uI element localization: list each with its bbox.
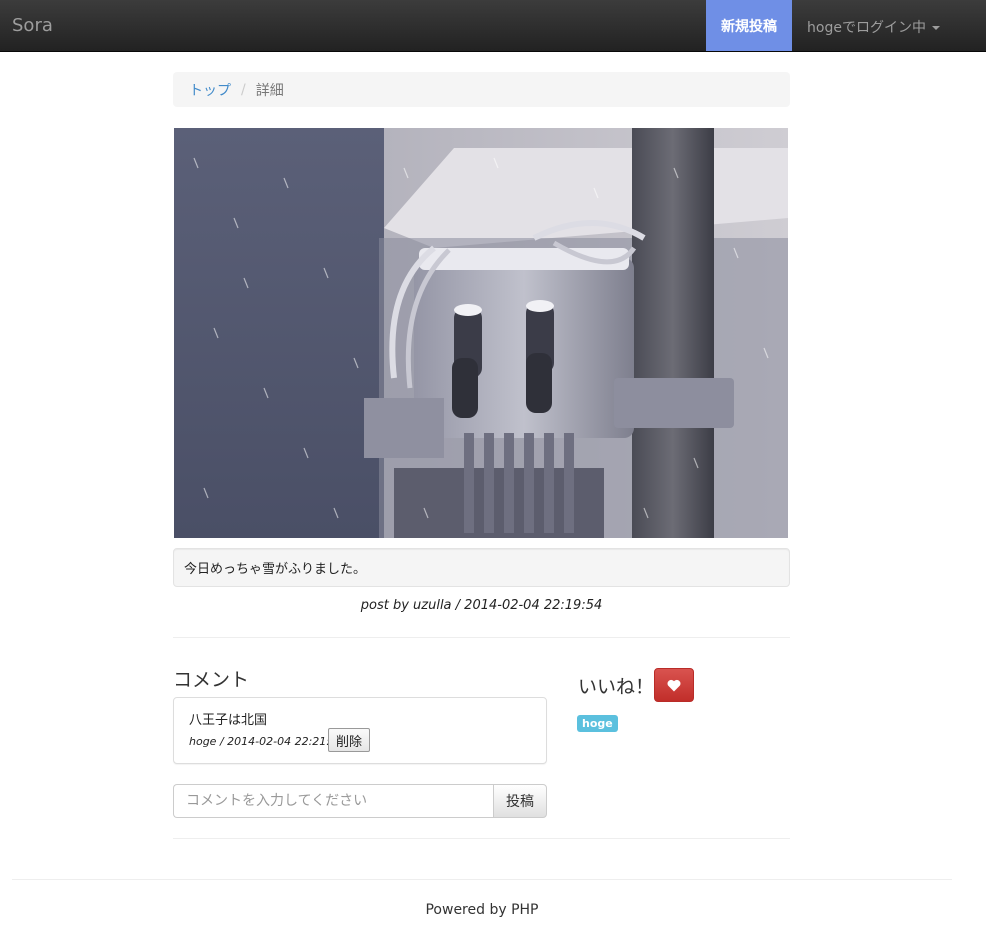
submit-comment-button[interactable]: 投稿 <box>493 784 547 818</box>
brand-logo[interactable]: Sora <box>12 15 53 36</box>
comment-form: 投稿 <box>173 784 547 818</box>
footer-text: Powered by PHP <box>425 902 539 918</box>
comment-input[interactable] <box>173 784 493 818</box>
comment-item: 八王子は北国 hoge / 2014-02-04 22:21:10 削除 <box>173 697 547 764</box>
breadcrumb-top-link[interactable]: トップ <box>189 80 231 100</box>
like-button[interactable] <box>654 668 694 702</box>
divider <box>173 637 790 638</box>
navbar: Sora 新規投稿 hogeでログイン中 <box>0 0 986 52</box>
divider <box>173 838 790 839</box>
comment-text: 八王子は北国 <box>189 713 268 728</box>
breadcrumb: トップ / 詳細 <box>173 72 790 107</box>
caret-down-icon <box>931 26 940 30</box>
breadcrumb-separator: / <box>241 81 246 98</box>
breadcrumb-current: 詳細 <box>255 82 284 99</box>
user-menu-dropdown[interactable]: hogeでログイン中 <box>807 17 940 37</box>
post-caption: 今日めっちゃ雪がふりました。 <box>173 548 790 587</box>
like-label: いいね！ <box>578 676 655 698</box>
post-meta: post by uzulla / 2014-02-04 22:19:54 <box>360 598 603 613</box>
user-menu-label: hogeでログイン中 <box>807 20 926 36</box>
heart-icon <box>667 679 681 691</box>
liked-user-badge[interactable]: hoge <box>577 715 618 732</box>
post-image <box>174 128 788 538</box>
footer-divider <box>12 879 952 880</box>
comments-heading: コメント <box>173 669 250 691</box>
comment-meta: hoge / 2014-02-04 22:21:10 <box>189 735 344 748</box>
delete-comment-button[interactable]: 削除 <box>328 728 371 752</box>
new-post-button[interactable]: 新規投稿 <box>706 0 792 51</box>
